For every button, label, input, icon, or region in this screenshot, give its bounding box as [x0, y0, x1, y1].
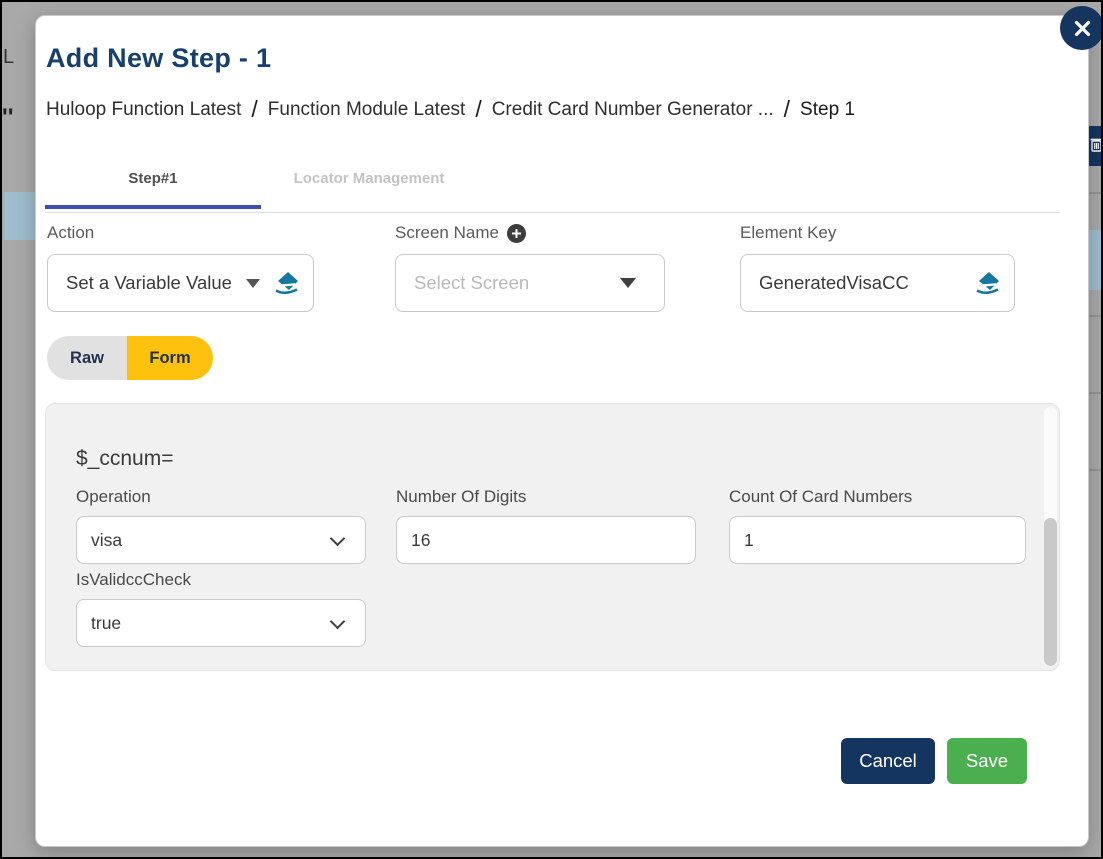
- background-fragment-line: [1089, 315, 1101, 317]
- background-fragment-line: [1089, 192, 1101, 194]
- background-fragment-block: [1089, 230, 1101, 290]
- tab-step1[interactable]: Step#1: [45, 158, 261, 209]
- close-icon: [1074, 20, 1090, 36]
- operation-field-group: Operation visa: [76, 487, 366, 564]
- clear-action-eraser-icon[interactable]: [272, 271, 299, 295]
- operation-label: Operation: [76, 487, 151, 506]
- action-select[interactable]: Set a Variable Value: [47, 254, 314, 312]
- panel-scrollbar-thumb[interactable]: [1044, 517, 1057, 666]
- breadcrumb-item[interactable]: Function Module Latest: [268, 99, 466, 121]
- breadcrumb: Huloop Function Latest / Function Module…: [46, 96, 855, 123]
- plus-icon: [511, 228, 521, 238]
- breadcrumb-separator: /: [251, 96, 258, 122]
- panel-scrollbar[interactable]: [1044, 407, 1057, 667]
- screen-name-placeholder: Select Screen: [414, 272, 530, 293]
- count-of-card-numbers-box: [729, 516, 1026, 564]
- background-fragment-text: L: [3, 46, 15, 68]
- tab-locator-management[interactable]: Locator Management: [261, 158, 477, 209]
- isvalidcccheck-value: true: [91, 612, 122, 633]
- cancel-button[interactable]: Cancel: [841, 738, 935, 784]
- background-fragment-block: [4, 192, 35, 240]
- mode-toggle: Raw Form: [47, 336, 213, 380]
- step-parameters-panel: $_ccnum= Operation visa Number Of Digits…: [45, 403, 1060, 671]
- screen-name-select[interactable]: Select Screen: [395, 254, 665, 312]
- save-button[interactable]: Save: [947, 738, 1027, 784]
- toggle-form[interactable]: Form: [127, 336, 213, 380]
- breadcrumb-separator: /: [475, 96, 482, 122]
- variable-assignment-heading: $_ccnum=: [76, 447, 174, 470]
- isvalidcccheck-select[interactable]: true: [76, 599, 366, 647]
- screen-backdrop: L '' Add New Step - 1 Huloop Function La…: [0, 0, 1103, 859]
- count-of-card-numbers-input[interactable]: [744, 529, 1013, 551]
- background-fragment-line: [1089, 469, 1101, 471]
- number-of-digits-input[interactable]: [411, 529, 683, 551]
- add-step-modal: Add New Step - 1 Huloop Function Latest …: [35, 15, 1089, 847]
- isvalidcccheck-field-group: IsValidccCheck true: [76, 570, 366, 647]
- clear-element-key-eraser-icon[interactable]: [973, 271, 1000, 295]
- tab-bar: Step#1 Locator Management: [45, 158, 477, 209]
- screen-name-label: Screen Name: [395, 223, 499, 242]
- toggle-raw[interactable]: Raw: [47, 336, 127, 380]
- element-key-label: Element Key: [740, 223, 837, 242]
- background-fragment-text: '': [2, 104, 14, 131]
- breadcrumb-item[interactable]: Credit Card Number Generator ...: [492, 99, 774, 121]
- breadcrumb-separator: /: [783, 96, 791, 122]
- isvalidcccheck-label: IsValidccCheck: [76, 570, 191, 589]
- count-of-card-numbers-label: Count Of Card Numbers: [729, 487, 913, 506]
- background-fragment-line: [1089, 392, 1101, 394]
- page-title: Add New Step - 1: [46, 43, 272, 73]
- add-screen-button[interactable]: [506, 223, 526, 243]
- count-of-card-numbers-field-group: Count Of Card Numbers: [729, 487, 1026, 564]
- operation-value: visa: [91, 529, 123, 550]
- element-key-box: [740, 254, 1015, 312]
- element-key-field-group: Element Key: [740, 223, 1015, 312]
- chevron-down-icon: [329, 530, 346, 546]
- caret-down-icon: [620, 278, 636, 288]
- action-value: Set a Variable Value: [66, 272, 232, 293]
- close-button[interactable]: [1060, 6, 1101, 50]
- element-key-input[interactable]: [759, 272, 967, 294]
- number-of-digits-field-group: Number Of Digits: [396, 487, 696, 564]
- breadcrumb-item[interactable]: Huloop Function Latest: [46, 99, 241, 121]
- screen-name-field-group: Screen Name Select Screen: [395, 223, 665, 312]
- number-of-digits-box: [396, 516, 696, 564]
- trash-icon: [1090, 138, 1101, 152]
- caret-down-icon: [246, 278, 260, 288]
- background-fragment-toolbar: [1089, 126, 1101, 166]
- action-label: Action: [47, 223, 95, 242]
- divider: [45, 212, 1060, 213]
- chevron-down-icon: [329, 613, 346, 629]
- breadcrumb-item-current: Step 1: [800, 98, 855, 120]
- action-field-group: Action Set a Variable Value: [47, 223, 314, 312]
- operation-select[interactable]: visa: [76, 516, 366, 564]
- number-of-digits-label: Number Of Digits: [396, 487, 527, 506]
